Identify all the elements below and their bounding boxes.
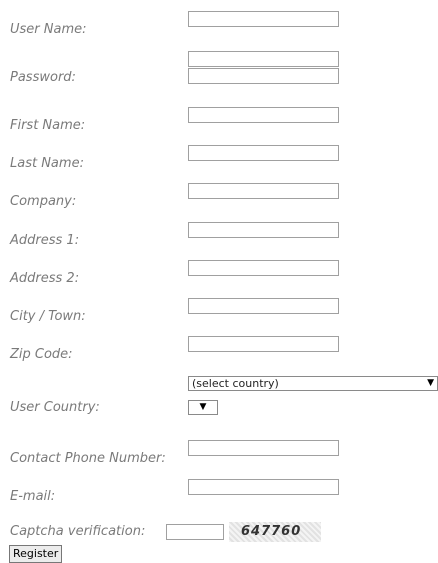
zip-code-label: Zip Code: xyxy=(10,347,73,362)
password-input[interactable] xyxy=(188,51,339,67)
city-input[interactable] xyxy=(188,298,339,314)
username-input[interactable] xyxy=(188,11,339,27)
zip-code-input[interactable] xyxy=(188,336,339,352)
captcha-input[interactable] xyxy=(166,524,224,540)
phone-input[interactable] xyxy=(188,440,339,456)
first-name-input[interactable] xyxy=(188,107,339,123)
company-label: Company: xyxy=(10,194,77,209)
company-input[interactable] xyxy=(188,183,339,199)
dropdown-arrow-icon: ▼ xyxy=(199,402,207,412)
captcha-code: 647760 xyxy=(241,524,302,539)
phone-label: Contact Phone Number: xyxy=(10,451,166,466)
address1-label: Address 1: xyxy=(10,233,80,248)
last-name-label: Last Name: xyxy=(10,156,84,171)
first-name-label: First Name: xyxy=(10,118,86,133)
email-input[interactable] xyxy=(188,479,339,495)
password-label: Password: xyxy=(10,70,76,85)
country-label: User Country: xyxy=(10,400,100,415)
country-select-value: (select country) xyxy=(192,377,279,390)
password-confirm-input[interactable] xyxy=(188,68,339,84)
email-label: E-mail: xyxy=(10,489,56,504)
country-select[interactable]: (select country) ▼ xyxy=(188,376,438,391)
address2-input[interactable] xyxy=(188,260,339,276)
captcha-image: 647760 xyxy=(229,522,321,542)
dropdown-arrow-icon: ▼ xyxy=(427,378,434,388)
register-button[interactable]: Register xyxy=(9,545,63,563)
last-name-input[interactable] xyxy=(188,145,339,161)
city-label: City / Town: xyxy=(10,309,86,324)
address2-label: Address 2: xyxy=(10,271,80,286)
username-label: User Name: xyxy=(10,22,87,37)
captcha-label: Captcha verification: xyxy=(10,524,146,539)
state-select[interactable]: ▼ xyxy=(188,400,218,415)
address1-input[interactable] xyxy=(188,222,339,238)
